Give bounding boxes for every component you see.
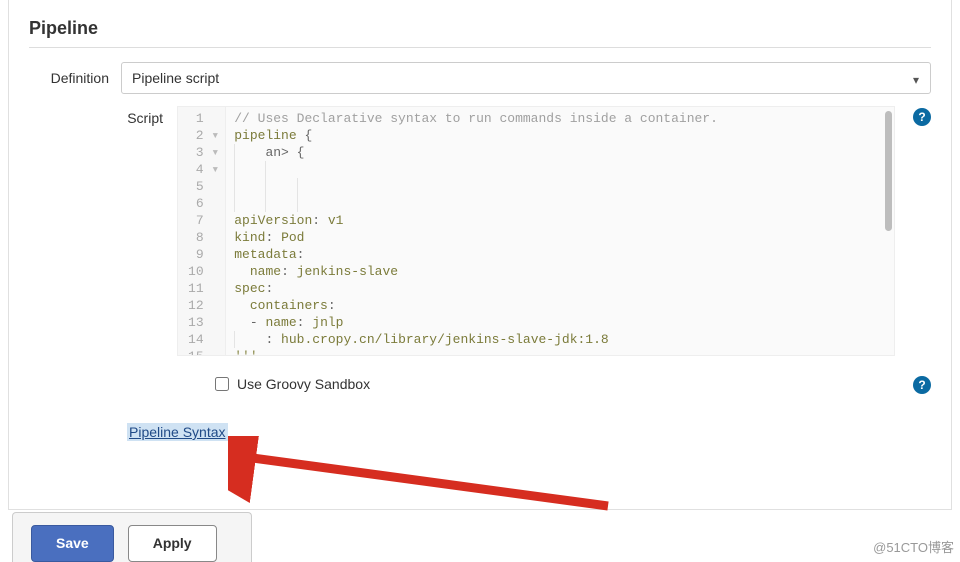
code-line[interactable]: // Uses Declarative syntax to run comman… — [234, 110, 718, 127]
section-divider — [29, 47, 931, 48]
code-line[interactable] — [234, 161, 718, 178]
gutter-line: 5 — [188, 178, 219, 195]
definition-label: Definition — [29, 62, 121, 86]
code-line[interactable] — [234, 178, 718, 195]
button-bar: Save Apply — [12, 512, 252, 562]
code-line[interactable]: : hub.cropy.cn/library/jenkins-slave-jdk… — [234, 331, 718, 348]
gutter-line: 9 — [188, 246, 219, 263]
gutter-line: 10 — [188, 263, 219, 280]
code-line[interactable]: name: jenkins-slave — [234, 263, 718, 280]
code-line[interactable]: - name: jnlp — [234, 314, 718, 331]
definition-control: Pipeline script ▾ — [121, 62, 931, 94]
definition-select[interactable]: Pipeline script — [121, 62, 931, 94]
gutter-line: 1 — [188, 110, 219, 127]
gutter-line: 13 — [188, 314, 219, 331]
definition-row: Definition Pipeline script ▾ — [29, 62, 931, 94]
code-line[interactable] — [234, 195, 718, 212]
script-row: Script 1 2 ▾ 3 ▾ 4 ▾ 5 6 7 8 9 10 11 12 … — [29, 106, 931, 356]
pipeline-section: Pipeline Definition Pipeline script ▾ Sc… — [8, 0, 952, 510]
code-line[interactable]: metadata: — [234, 246, 718, 263]
editor-gutter: 1 2 ▾ 3 ▾ 4 ▾ 5 6 7 8 9 10 11 12 13 14 1… — [178, 107, 226, 355]
save-button[interactable]: Save — [31, 525, 114, 562]
watermark: @51CTO博客 — [873, 537, 954, 556]
gutter-line: 6 — [188, 195, 219, 212]
code-line[interactable]: apiVersion: v1 — [234, 212, 718, 229]
gutter-line: 7 — [188, 212, 219, 229]
editor-scrollbar[interactable] — [885, 111, 892, 231]
code-line[interactable]: spec: — [234, 280, 718, 297]
code-line[interactable]: pipeline { — [234, 127, 718, 144]
gutter-line: 3 ▾ — [188, 144, 219, 161]
apply-button[interactable]: Apply — [128, 525, 217, 562]
help-icon[interactable]: ? — [913, 108, 931, 126]
gutter-line: 11 — [188, 280, 219, 297]
sandbox-checkbox[interactable] — [215, 377, 229, 391]
pipeline-syntax-row: Pipeline Syntax — [127, 424, 931, 440]
gutter-line: 2 ▾ — [188, 127, 219, 144]
script-label: Script — [29, 106, 177, 126]
gutter-line: 4 ▾ — [188, 161, 219, 178]
sandbox-row: Use Groovy Sandbox ? — [29, 374, 931, 394]
gutter-line: 15 — [188, 348, 219, 356]
section-title: Pipeline — [29, 18, 931, 41]
editor-wrap: 1 2 ▾ 3 ▾ 4 ▾ 5 6 7 8 9 10 11 12 13 14 1… — [177, 106, 931, 356]
script-editor[interactable]: 1 2 ▾ 3 ▾ 4 ▾ 5 6 7 8 9 10 11 12 13 14 1… — [177, 106, 895, 356]
gutter-line: 12 — [188, 297, 219, 314]
editor-code-area[interactable]: // Uses Declarative syntax to run comman… — [226, 107, 726, 355]
gutter-line: 14 — [188, 331, 219, 348]
code-line[interactable]: containers: — [234, 297, 718, 314]
code-line[interactable]: ''' — [234, 348, 718, 356]
code-line[interactable]: kind: Pod — [234, 229, 718, 246]
gutter-line: 8 — [188, 229, 219, 246]
pipeline-syntax-link[interactable]: Pipeline Syntax — [127, 423, 228, 441]
code-line[interactable]: an> { — [234, 144, 718, 161]
sandbox-label: Use Groovy Sandbox — [237, 376, 913, 392]
help-icon[interactable]: ? — [913, 376, 931, 394]
